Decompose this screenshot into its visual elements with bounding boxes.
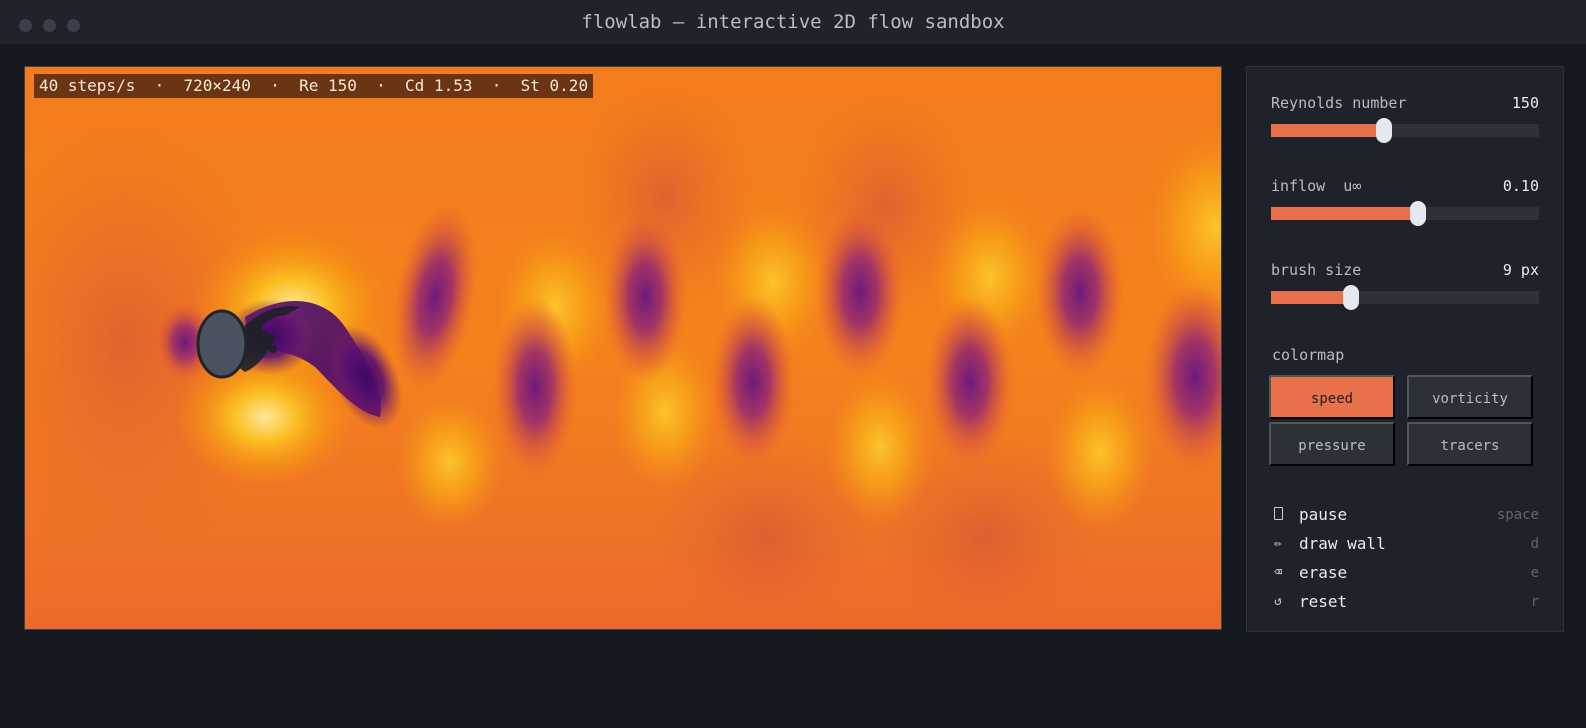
window-title: flowlab — interactive 2D flow sandbox	[581, 11, 1005, 33]
simulation-canvas[interactable]: 40 steps/s · 720×240 · Re 150 · Cd 1.53 …	[24, 66, 1222, 630]
reynolds-slider[interactable]	[1271, 118, 1539, 143]
inflow-slider-fill	[1271, 207, 1419, 220]
brush-size-slider[interactable]	[1271, 285, 1539, 310]
pause-shortcut: space	[1496, 507, 1539, 523]
reynolds-slider-thumb[interactable]	[1375, 118, 1392, 143]
reynolds-label: Reynolds number	[1271, 94, 1407, 112]
pause-action[interactable]: pause space	[1271, 505, 1539, 527]
reset-shortcut: r	[1530, 594, 1539, 610]
inflow-value: 0.10	[1502, 177, 1539, 195]
draw-wall-shortcut: d	[1530, 536, 1539, 552]
brush-size-label: brush size	[1271, 261, 1362, 279]
stats-readout: 40 steps/s · 720×240 · Re 150 · Cd 1.53 …	[34, 74, 594, 98]
pause-label: pause	[1299, 505, 1348, 524]
eraser-icon: ⌫	[1274, 565, 1282, 580]
reynolds-value: 150	[1511, 94, 1539, 112]
draw-wall-action[interactable]: ✏ draw wall d	[1271, 534, 1539, 556]
colormap-speed-button[interactable]: speed	[1269, 375, 1395, 419]
inflow-slider-thumb[interactable]	[1410, 201, 1427, 226]
erase-shortcut: e	[1530, 565, 1539, 581]
brush-size-slider-thumb[interactable]	[1343, 285, 1360, 310]
reynolds-slider-fill	[1271, 124, 1384, 137]
erase-action[interactable]: ⌫ erase e	[1271, 563, 1539, 585]
flow-field-visual	[25, 67, 1221, 629]
inflow-slider[interactable]	[1271, 201, 1539, 226]
inflow-label: inflow u∞	[1271, 177, 1362, 195]
colormap-vorticity-button[interactable]: vorticity	[1407, 375, 1533, 419]
reset-label: reset	[1299, 592, 1348, 611]
draw-wall-label: draw wall	[1299, 534, 1386, 553]
reset-icon: ↺	[1274, 594, 1282, 609]
brush-size-slider-fill	[1271, 291, 1352, 304]
reset-action[interactable]: ↺ reset r	[1271, 592, 1539, 614]
erase-label: erase	[1299, 563, 1348, 582]
pencil-icon: ✏	[1274, 536, 1282, 551]
colormap-pressure-button[interactable]: pressure	[1269, 422, 1395, 466]
cylinder-obstacle	[196, 309, 248, 379]
brush-size-value: 9 px	[1502, 261, 1539, 279]
control-panel: Reynolds number 150 inflow u∞ 0.10 brush…	[1246, 66, 1564, 632]
pause-icon	[1271, 507, 1285, 524]
colormap-tracers-button[interactable]: tracers	[1407, 422, 1533, 466]
title-bar: flowlab — interactive 2D flow sandbox	[0, 0, 1586, 44]
colormap-label: colormap	[1272, 346, 1345, 364]
